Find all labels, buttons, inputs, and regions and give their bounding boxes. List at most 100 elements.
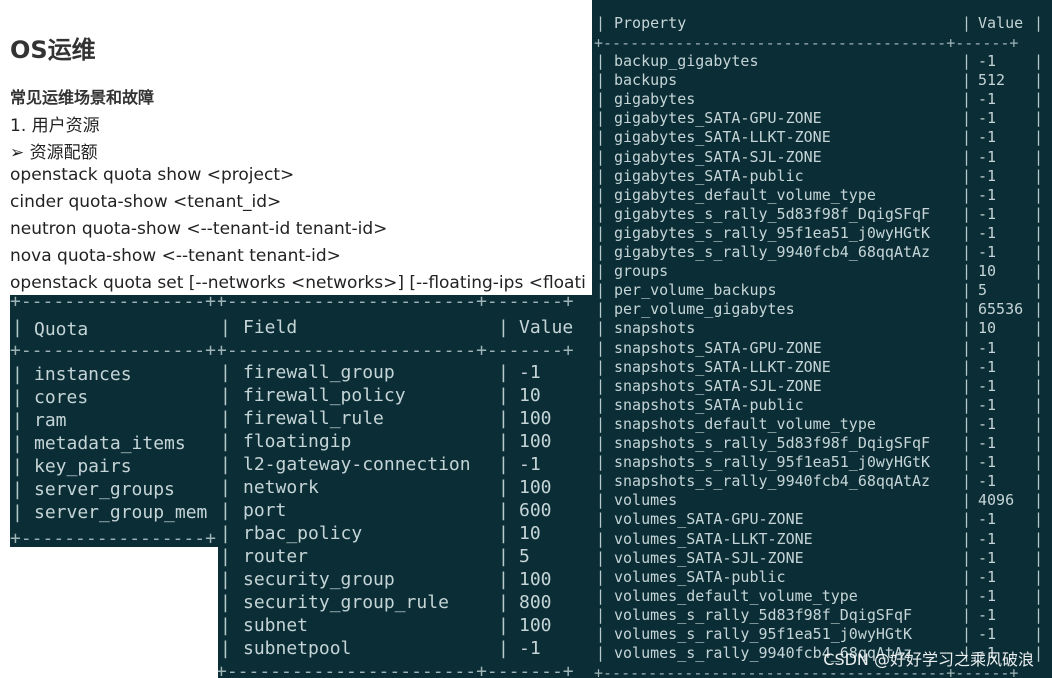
command-neutron-quota-show: neutron quota-show <--tenant-id tenant-i… xyxy=(10,219,388,239)
table-border: | xyxy=(596,491,606,510)
table-border: | xyxy=(12,456,23,477)
table-cell-field: router xyxy=(243,546,309,567)
table-border: | xyxy=(962,376,972,395)
table-border: | xyxy=(596,567,606,586)
table-border: | xyxy=(1034,376,1044,395)
table-border: | xyxy=(1034,147,1044,166)
table-border: | xyxy=(220,317,231,338)
table-cell-quota: metadata_items xyxy=(34,433,186,454)
table-border-header: +--------------------------------------+… xyxy=(594,34,1019,52)
table-border: | xyxy=(596,262,606,281)
column-header-value: Value xyxy=(978,14,1024,32)
table-cell-field: firewall_policy xyxy=(243,385,406,406)
table-border: | xyxy=(498,615,509,636)
table-cell-value: -1 xyxy=(978,52,997,70)
table-border: | xyxy=(12,433,23,454)
table-border: | xyxy=(12,387,23,408)
table-border: | xyxy=(962,262,972,281)
table-border: | xyxy=(596,510,606,529)
table-border: | xyxy=(962,52,972,70)
table-border: | xyxy=(498,592,509,613)
table-border: | xyxy=(962,185,972,204)
table-border: | xyxy=(220,431,231,452)
table-border: | xyxy=(962,548,972,567)
table-cell-property: volumes_SATA-public xyxy=(614,567,786,586)
table-border-bottom: +-----------------+ xyxy=(10,528,216,547)
table-border: | xyxy=(596,586,606,605)
table-border: | xyxy=(1034,262,1044,281)
table-border-top: +-----------------------+-------+ xyxy=(218,295,574,312)
table-cell-property: gigabytes_s_rally_9940fcb4_68qqAtAz xyxy=(614,243,931,261)
table-cell-value: -1 xyxy=(978,185,997,204)
table-border: | xyxy=(1034,71,1044,90)
table-border: | xyxy=(596,453,606,472)
table-border: | xyxy=(498,569,509,590)
table-cell-value: -1 xyxy=(978,204,997,223)
table-cell-property: gigabytes_default_volume_type xyxy=(614,185,876,204)
table-cell-quota: instances xyxy=(34,364,132,385)
table-cell-value: -1 xyxy=(978,243,997,261)
table-border: | xyxy=(498,638,509,659)
table-cell-value: 10 xyxy=(519,523,541,544)
command-openstack-quota-set: openstack quota set [--networks <network… xyxy=(10,273,586,293)
table-cell-value: -1 xyxy=(978,395,997,414)
table-cell-value: -1 xyxy=(519,638,541,659)
table-cell-property: volumes_SATA-SJL-ZONE xyxy=(614,548,804,567)
column-header-quota: Quota xyxy=(34,319,89,340)
table-cell-value: 800 xyxy=(519,592,552,613)
table-border: | xyxy=(1034,395,1044,414)
table-cell-property: gigabytes_SATA-GPU-ZONE xyxy=(614,109,822,128)
table-cell-field: firewall_rule xyxy=(243,408,384,429)
table-cell-value: 10 xyxy=(519,385,541,406)
table-border: | xyxy=(1034,243,1044,261)
table-cell-value: -1 xyxy=(978,147,997,166)
table-cell-value: -1 xyxy=(978,128,997,147)
table-border: | xyxy=(962,395,972,414)
table-border: | xyxy=(596,529,606,548)
table-border: | xyxy=(596,605,606,624)
table-border: | xyxy=(596,281,606,300)
list-item-quota: ➢ 资源配额 xyxy=(10,143,98,163)
table-border: | xyxy=(498,408,509,429)
table-border: | xyxy=(220,500,231,521)
table-cell-quota: server_group_mem xyxy=(34,502,208,523)
table-cell-property: gigabytes_s_rally_5d83f98f_DqigSFqF xyxy=(614,204,931,223)
table-cell-value: 100 xyxy=(519,431,552,452)
table-cell-property: gigabytes_SATA-public xyxy=(614,166,804,185)
table-border: | xyxy=(962,453,972,472)
table-cell-value: -1 xyxy=(978,586,997,605)
command-openstack-quota-show: openstack quota show <project> xyxy=(10,165,295,185)
table-cell-property: volumes_s_rally_95f1ea51_j0wyHGtK xyxy=(614,625,913,643)
table-border: | xyxy=(1034,567,1044,586)
table-border: | xyxy=(596,14,606,32)
table-border: | xyxy=(1034,357,1044,376)
table-border: | xyxy=(220,569,231,590)
table-cell-property: snapshots_SATA-LLKT-ZONE xyxy=(614,357,831,376)
table-border: | xyxy=(962,491,972,510)
table-cell-value: -1 xyxy=(978,605,997,624)
table-border: | xyxy=(596,166,606,185)
table-cell-quota: key_pairs xyxy=(34,456,132,477)
table-cell-value: -1 xyxy=(978,529,997,548)
table-cell-value: -1 xyxy=(978,414,997,433)
table-border: | xyxy=(1034,605,1044,624)
table-border: | xyxy=(1034,529,1044,548)
table-border: | xyxy=(1034,223,1044,242)
table-cell-field: security_group xyxy=(243,569,395,590)
table-border: | xyxy=(1034,90,1044,109)
table-border: | xyxy=(962,204,972,223)
table-border: | xyxy=(596,472,606,491)
table-border: | xyxy=(498,317,509,338)
table-border: | xyxy=(498,523,509,544)
table-cell-property: volumes_SATA-GPU-ZONE xyxy=(614,510,804,529)
table-border: | xyxy=(220,454,231,475)
table-border: | xyxy=(498,385,509,406)
table-border: | xyxy=(962,223,972,242)
table-cell-value: -1 xyxy=(978,548,997,567)
table-border: | xyxy=(962,300,972,319)
table-cell-property: snapshots_s_rally_9940fcb4_68qqAtAz xyxy=(614,472,931,491)
table-border: | xyxy=(962,166,972,185)
table-border: | xyxy=(1034,586,1044,605)
table-border: | xyxy=(1034,166,1044,185)
table-border-top: +-----------------+ xyxy=(10,295,216,312)
